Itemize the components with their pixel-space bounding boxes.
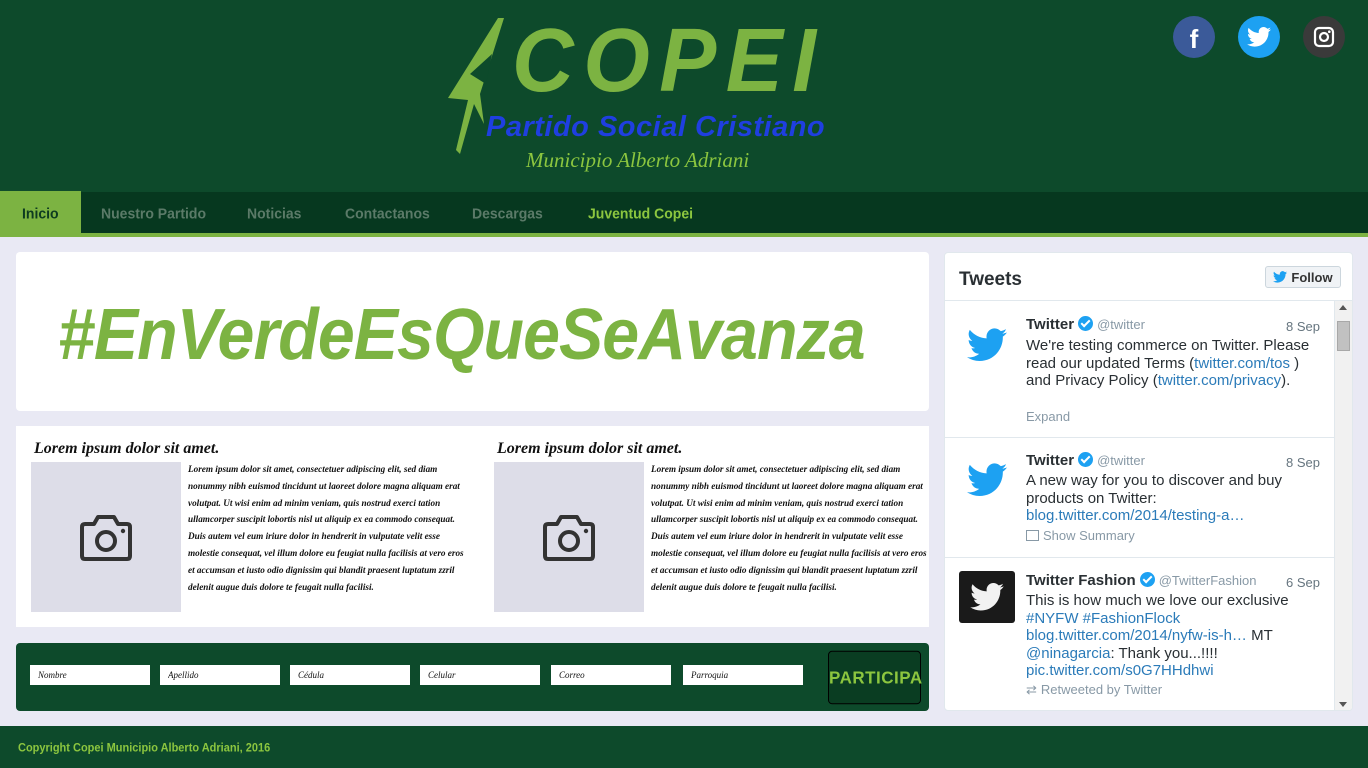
tweet-item[interactable]: Twitter @twitter 8 Sep A new way for you … <box>945 438 1334 558</box>
nav-item-juventud-copei[interactable]: Juventud Copei <box>588 191 693 234</box>
twitter-bird-icon <box>967 328 1007 361</box>
nav-item-noticias[interactable]: Noticias <box>247 191 301 234</box>
article-image-placeholder <box>494 462 644 612</box>
camera-icon <box>80 515 132 561</box>
tweet-author-name: Twitter <box>1026 316 1075 333</box>
site-footer: Copyright Copei Municipio Alberto Adrian… <box>0 726 1368 768</box>
participa-form: PARTICIPA <box>16 643 929 711</box>
tweet-text: A new way for you to discover and buy pr… <box>1026 472 1326 525</box>
tweet-author[interactable]: Twitter @twitter <box>1026 316 1145 333</box>
tweet-date[interactable]: 8 Sep <box>1286 455 1320 470</box>
article-card: Lorem ipsum dolor sit amet. Lorem ipsum … <box>31 426 471 627</box>
article-image-placeholder <box>31 462 181 612</box>
camera-icon <box>543 515 595 561</box>
logo-wordmark: COPEI <box>512 11 826 111</box>
tweet-text-segment: A new way for you to discover and buy pr… <box>1026 472 1282 507</box>
tweet-date[interactable]: 8 Sep <box>1286 319 1320 334</box>
tweet-link[interactable]: pic.twitter.com/s0G7HHdhwi <box>1026 662 1214 679</box>
tweet-author[interactable]: Twitter @twitter <box>1026 452 1145 469</box>
tweets-scrollbar[interactable] <box>1334 301 1352 710</box>
tweet-handle: @twitter <box>1097 453 1145 468</box>
article-body: Lorem ipsum dolor sit amet, consectetuer… <box>651 464 927 592</box>
hashtag-banner: #EnVerdeEsQueSeAvanza <box>16 252 929 411</box>
show-summary-label: Show Summary <box>1043 528 1135 543</box>
avatar[interactable] <box>959 454 1015 506</box>
logo-subtitle: Partido Social Cristiano <box>486 111 826 143</box>
verified-icon <box>1078 452 1094 467</box>
apellido-field[interactable] <box>160 665 280 685</box>
tweet-mention-link[interactable]: @ninagarcia <box>1026 645 1110 662</box>
twitter-icon <box>1247 27 1271 47</box>
tweet-text-segment: : Thank you...!!!! <box>1110 644 1218 662</box>
tweet-text: We're testing commerce on Twitter. Pleas… <box>1026 337 1326 390</box>
twitter-bird-icon <box>967 463 1007 496</box>
tweet-date[interactable]: 6 Sep <box>1286 575 1320 590</box>
main-nav: Inicio Nuestro Partido Noticias Contacta… <box>0 190 1368 235</box>
facebook-icon: f <box>1189 24 1199 54</box>
scroll-down-arrow-icon[interactable] <box>1339 702 1347 707</box>
nav-item-inicio[interactable]: Inicio <box>0 190 81 235</box>
avatar[interactable] <box>959 319 1015 371</box>
tweet-link[interactable]: twitter.com/privacy <box>1158 372 1281 389</box>
tweet-item[interactable]: Twitter @twitter 8 Sep We're testing comm… <box>945 301 1334 438</box>
cedula-field[interactable] <box>290 665 410 685</box>
article-card: Lorem ipsum dolor sit amet. Lorem ipsum … <box>494 426 934 627</box>
tweets-header: Tweets Follow <box>945 253 1352 301</box>
twitter-bird-icon <box>1273 271 1288 283</box>
tweet-handle: @TwitterFashion <box>1158 573 1257 588</box>
verified-icon <box>1139 572 1155 587</box>
tweet-handle: @twitter <box>1097 317 1145 332</box>
site-header: COPEI Partido Social Cristiano Municipio… <box>0 0 1368 192</box>
facebook-link[interactable]: f <box>1173 16 1215 58</box>
summary-card-icon <box>1026 530 1039 541</box>
instagram-link[interactable] <box>1303 16 1345 58</box>
nav-item-nuestro-partido[interactable]: Nuestro Partido <box>101 191 206 234</box>
tweet-text-segment: MT <box>1246 627 1273 644</box>
tweet-link[interactable]: twitter.com/tos <box>1194 355 1290 372</box>
tweet-author-name: Twitter Fashion <box>1026 572 1136 589</box>
logo-municipality: Municipio Alberto Adriani <box>526 148 750 172</box>
copei-logo[interactable]: COPEI Partido Social Cristiano Municipio… <box>440 14 825 179</box>
tweet-hashtag-link[interactable]: #FashionFlock <box>1083 610 1181 627</box>
show-summary-link[interactable]: Show Summary <box>1026 528 1135 543</box>
correo-field[interactable] <box>551 665 671 685</box>
nav-item-descargas[interactable]: Descargas <box>472 191 543 234</box>
avatar[interactable] <box>959 571 1015 623</box>
retweet-context: ⇄ Retweeted by Twitter <box>1026 682 1162 698</box>
nombre-field[interactable] <box>30 665 150 685</box>
twitter-timeline-widget: Tweets Follow Twitter @twitter 8 Sep We'r… <box>944 252 1353 711</box>
celular-field[interactable] <box>420 665 540 685</box>
tweet-item[interactable]: Twitter Fashion @TwitterFashion 6 Sep Thi… <box>945 558 1334 710</box>
retweet-label: Retweeted by Twitter <box>1040 682 1163 697</box>
copyright-text: Copyright Copei Municipio Alberto Adrian… <box>18 741 271 755</box>
tweet-link[interactable]: blog.twitter.com/2014/nyfw-is-h… <box>1026 627 1247 644</box>
nav-divider <box>0 233 1368 237</box>
tweet-link[interactable]: blog.twitter.com/2014/testing-a… <box>1026 507 1244 524</box>
scroll-thumb[interactable] <box>1337 321 1350 351</box>
follow-label: Follow <box>1291 269 1333 285</box>
follow-button[interactable]: Follow <box>1265 266 1341 288</box>
tweet-text-segment: ). <box>1281 372 1291 389</box>
tweet-text-segment: This is how much we love our exclusive <box>1026 592 1289 609</box>
tweet-text: This is how much we love our exclusive #… <box>1026 592 1326 680</box>
twitter-bird-icon <box>970 583 1004 611</box>
articles-section: Lorem ipsum dolor sit amet. Lorem ipsum … <box>16 426 929 627</box>
nav-item-contactanos[interactable]: Contactanos <box>345 191 430 234</box>
retweet-icon: ⇄ <box>1026 682 1037 697</box>
article-title[interactable]: Lorem ipsum dolor sit amet. <box>34 440 219 458</box>
tweet-hashtag-link[interactable]: #NYFW <box>1026 610 1079 627</box>
verified-icon <box>1078 316 1094 331</box>
hashtag-text: #EnVerdeEsQueSeAvanza <box>58 295 866 375</box>
tweet-author[interactable]: Twitter Fashion @TwitterFashion <box>1026 572 1256 589</box>
instagram-icon <box>1313 26 1335 48</box>
twitter-link[interactable] <box>1238 16 1280 58</box>
expand-link[interactable]: Expand <box>1026 409 1070 424</box>
tweet-author-name: Twitter <box>1026 452 1075 469</box>
tweets-title: Tweets <box>959 269 1023 290</box>
participa-button[interactable]: PARTICIPA <box>828 650 922 705</box>
parroquia-field[interactable] <box>683 665 803 685</box>
scroll-up-arrow-icon[interactable] <box>1339 305 1347 310</box>
article-body: Lorem ipsum dolor sit amet, consectetuer… <box>188 464 464 592</box>
article-title[interactable]: Lorem ipsum dolor sit amet. <box>497 440 682 458</box>
